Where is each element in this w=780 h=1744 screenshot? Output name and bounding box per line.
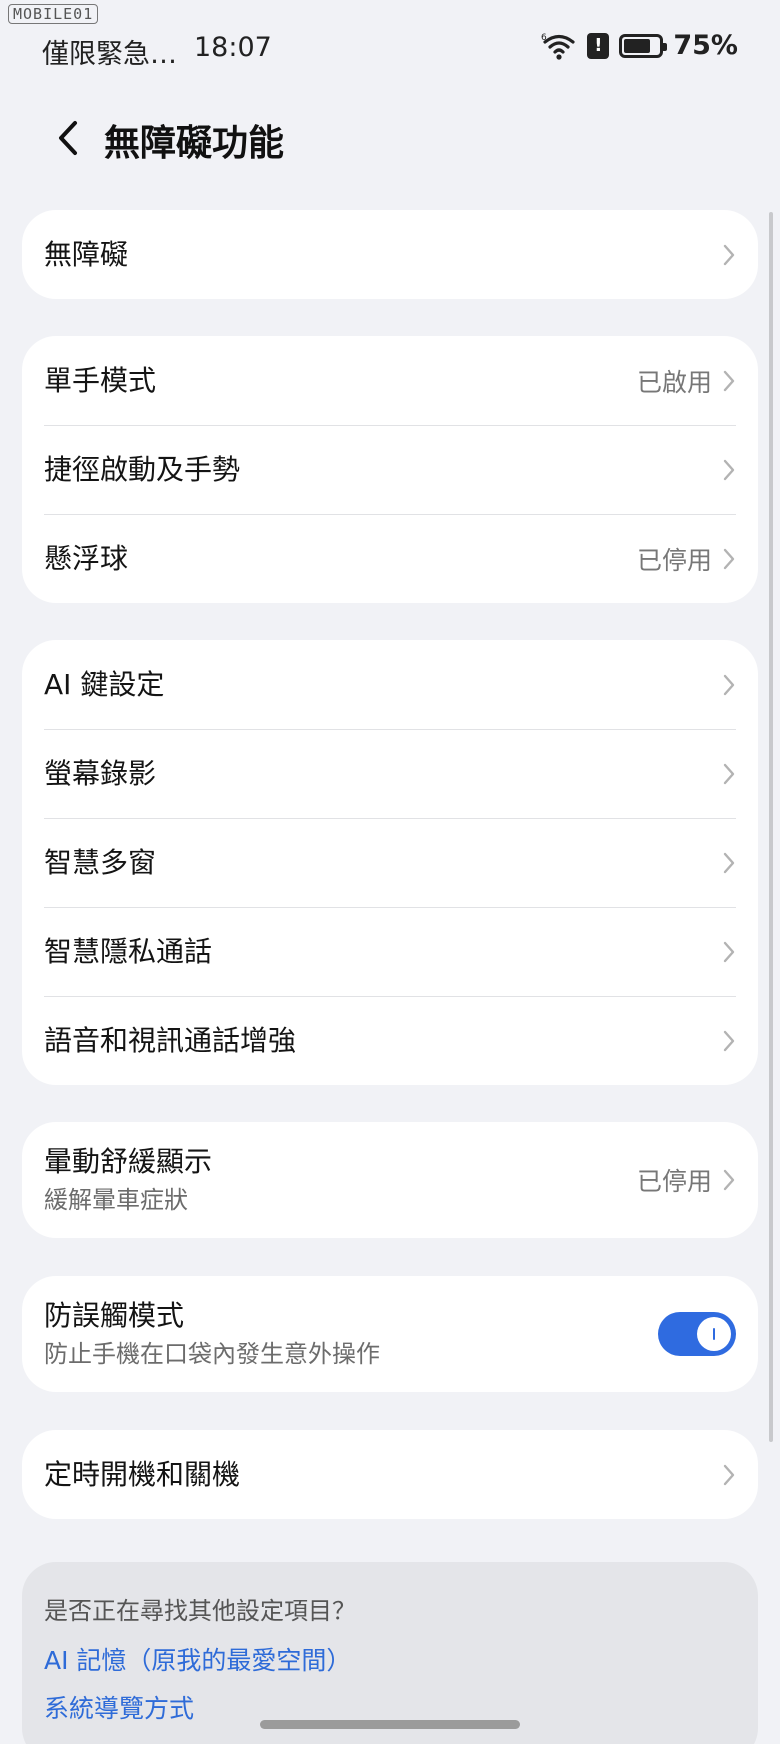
settings-group-gestures: 單手模式 已啟用 捷徑啟動及手勢 懸浮球 已停用 <box>22 336 758 603</box>
row-label: 智慧隱私通話 <box>44 934 213 968</box>
setting-row-screen-recording[interactable]: 螢幕錄影 <box>22 729 758 818</box>
row-label: 防誤觸模式 <box>44 1299 185 1332</box>
row-label: 語音和視訊通話增強 <box>44 1023 297 1057</box>
chevron-right-icon <box>723 1169 735 1191</box>
settings-group-schedule-power: 定時開機和關機 <box>22 1430 758 1519</box>
setting-row-shortcuts-gestures[interactable]: 捷徑啟動及手勢 <box>22 425 758 514</box>
chevron-left-icon <box>59 121 77 155</box>
row-label: 智慧多窗 <box>44 845 157 879</box>
chevron-right-icon <box>723 459 735 480</box>
battery-fill <box>624 38 650 53</box>
battery-percent: 75% <box>673 30 738 61</box>
settings-group-pocket-mode: 防誤觸模式 防止手機在口袋內發生意外操作 <box>22 1276 758 1392</box>
suggestions-panel: 是否正在尋找其他設定項目？ AI 記憶（原我的最愛空間） 系統導覽方式 <box>22 1562 758 1744</box>
page-title: 無障礙功能 <box>104 123 285 164</box>
setting-row-floating-ball[interactable]: 懸浮球 已停用 <box>22 514 758 603</box>
setting-row-one-hand-mode[interactable]: 單手模式 已啟用 <box>22 336 758 425</box>
settings-screen: MOBILE01 僅限緊急… 18:07 6 ! 75% 無障礙功能 無障礙 單… <box>0 0 780 1744</box>
wifi-icon: 6 <box>541 33 575 60</box>
row-subtitle: 緩解暈車症狀 <box>44 1186 188 1214</box>
row-status-value: 已停用 <box>636 545 712 575</box>
setting-row-motion-comfort[interactable]: 暈動舒緩顯示 緩解暈車症狀 已停用 <box>22 1122 758 1238</box>
chevron-right-icon <box>723 548 735 569</box>
chevron-right-icon <box>723 674 735 695</box>
suggestions-title: 是否正在尋找其他設定項目？ <box>44 1597 356 1625</box>
clock: 18:07 <box>194 32 272 63</box>
row-status-value: 已啟用 <box>636 367 712 397</box>
row-label: 單手模式 <box>44 363 157 397</box>
battery-icon <box>619 33 668 58</box>
row-status-value: 已停用 <box>636 1167 712 1196</box>
watermark-logo: MOBILE01 <box>8 4 99 24</box>
setting-row-accidental-touch[interactable]: 防誤觸模式 防止手機在口袋內發生意外操作 <box>22 1276 758 1392</box>
row-label: 螢幕錄影 <box>44 756 157 790</box>
row-label: 暈動舒緩顯示 <box>44 1145 213 1178</box>
row-label: 懸浮球 <box>44 541 129 575</box>
back-button[interactable] <box>48 114 88 162</box>
setting-row-private-call[interactable]: 智慧隱私通話 <box>22 907 758 996</box>
setting-row-scheduled-power[interactable]: 定時開機和關機 <box>22 1430 758 1519</box>
chevron-right-icon <box>723 370 735 391</box>
carrier-text: 僅限緊急… <box>42 39 177 70</box>
settings-group-smart-features: AI 鍵設定 螢幕錄影 智慧多窗 智慧隱私通話 語音和視訊通話增強 <box>22 640 758 1085</box>
chevron-right-icon <box>723 1464 735 1485</box>
chevron-right-icon <box>723 1030 735 1051</box>
settings-group-accessibility: 無障礙 <box>22 210 758 299</box>
setting-row-call-enhancement[interactable]: 語音和視訊通話增強 <box>22 996 758 1085</box>
suggestion-link-ai-memory[interactable]: AI 記憶（原我的最愛空間） <box>44 1644 736 1678</box>
row-label: 無障礙 <box>44 237 129 271</box>
setting-row-accessibility[interactable]: 無障礙 <box>22 210 758 299</box>
svg-text:6: 6 <box>541 33 547 43</box>
row-subtitle: 防止手機在口袋內發生意外操作 <box>44 1340 380 1368</box>
scrollbar[interactable] <box>769 212 773 1442</box>
app-header: 無障礙功能 <box>0 108 780 168</box>
row-label: AI 鍵設定 <box>44 667 165 701</box>
settings-group-motion-display: 暈動舒緩顯示 緩解暈車症狀 已停用 <box>22 1122 758 1238</box>
accidental-touch-toggle[interactable] <box>658 1312 736 1356</box>
row-label: 捷徑啟動及手勢 <box>44 452 241 486</box>
setting-row-ai-key[interactable]: AI 鍵設定 <box>22 640 758 729</box>
status-bar: 僅限緊急… 18:07 6 ! 75% <box>0 28 780 72</box>
chevron-right-icon <box>723 763 735 784</box>
home-indicator[interactable] <box>260 1720 520 1729</box>
chevron-right-icon <box>723 852 735 873</box>
chevron-right-icon <box>723 941 735 962</box>
row-label: 定時開機和關機 <box>44 1457 241 1491</box>
alert-icon: ! <box>587 32 610 59</box>
toggle-knob <box>697 1317 731 1351</box>
status-icons: 6 ! 75% <box>541 30 738 61</box>
setting-row-smart-multiwindow[interactable]: 智慧多窗 <box>22 818 758 907</box>
chevron-right-icon <box>723 244 735 265</box>
